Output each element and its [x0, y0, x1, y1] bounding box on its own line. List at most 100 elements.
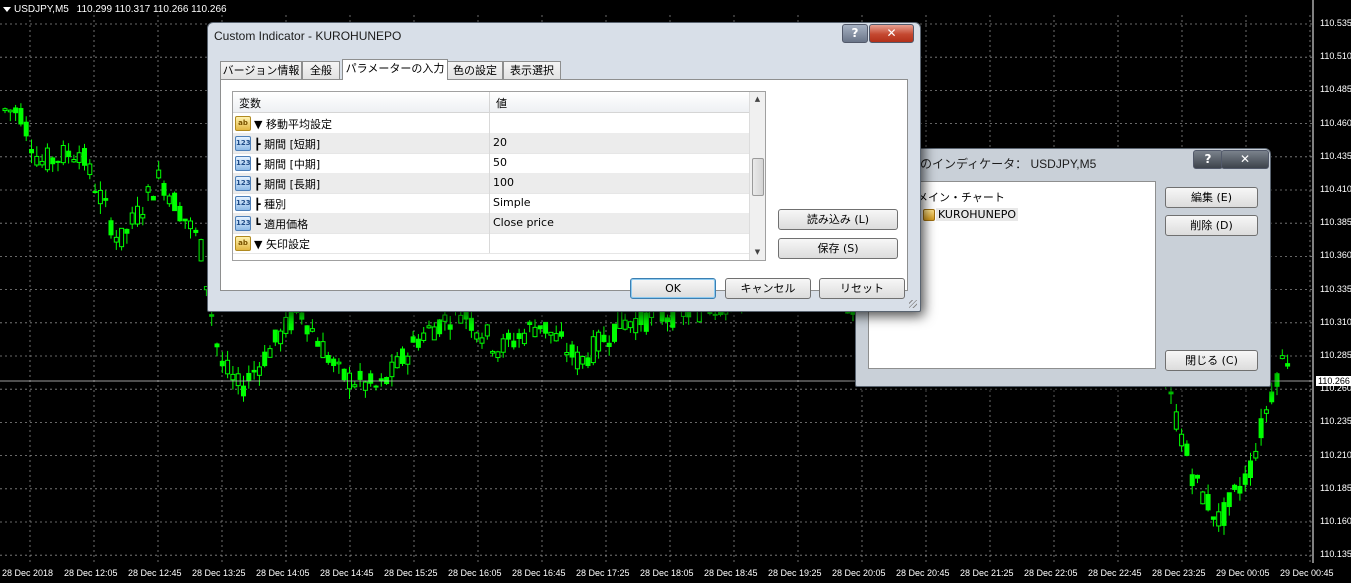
candle-body: [225, 359, 231, 375]
parameters-grid[interactable]: 変数 値 ab ▼ 移動平均設定 123 ┣ 期間 [短期] 20 123 ┣ 期間 [中期…: [232, 91, 766, 261]
candle-body: [437, 319, 443, 335]
scroll-up-icon[interactable]: ▲: [750, 92, 765, 107]
parameter-name-cell[interactable]: 123 ┗ 適用価格: [233, 213, 490, 233]
candle-body: [1253, 450, 1259, 459]
candle-body: [1232, 484, 1238, 490]
price-label: 110.285: [1320, 350, 1351, 360]
candle-body: [331, 358, 337, 367]
parameter-value[interactable]: 100: [493, 176, 514, 189]
candle-body: [421, 332, 427, 341]
time-label: 28 Dec 13:25: [192, 568, 246, 578]
candle-body: [590, 336, 596, 364]
grid-scrollbar[interactable]: ▲ ▼: [749, 92, 765, 260]
candle-body: [219, 360, 225, 367]
candle-body: [527, 321, 533, 326]
list-item-main-chart[interactable]: メイン・チャート: [917, 189, 1005, 205]
candle-body: [193, 229, 199, 233]
parameter-row[interactable]: 123 ┣ 期間 [短期] 20: [233, 133, 749, 154]
parameter-row[interactable]: 123 ┣ 期間 [中期] 50: [233, 153, 749, 174]
candle-body: [172, 192, 178, 212]
candle-body: [283, 316, 289, 334]
parameter-name-cell[interactable]: 123 ┣ 期間 [中期]: [233, 153, 490, 173]
tab-visualization[interactable]: 表示選択: [503, 61, 561, 79]
parameter-name-cell[interactable]: 123 ┣ 期間 [短期]: [233, 133, 490, 153]
candle-body: [166, 195, 172, 205]
help-button[interactable]: ?: [1193, 150, 1223, 169]
candle-body: [309, 328, 315, 332]
tab-general[interactable]: 全般: [302, 61, 340, 79]
variable-column-header[interactable]: 変数: [239, 95, 261, 111]
price-label: 110.210: [1320, 449, 1351, 460]
time-label: 28 Dec 2018: [2, 568, 54, 578]
candle-body: [97, 189, 103, 205]
time-label: 28 Dec 16:05: [448, 568, 502, 578]
parameter-name-cell[interactable]: 123 ┣ 種別: [233, 193, 490, 213]
price-label: 110.360: [1320, 250, 1351, 261]
scroll-thumb[interactable]: [752, 158, 764, 196]
candle-body: [612, 323, 617, 342]
parameter-value[interactable]: 50: [493, 156, 507, 169]
parameter-value[interactable]: 20: [493, 136, 507, 149]
close-dialog-button[interactable]: ✕: [869, 24, 914, 43]
candle-body: [511, 340, 517, 348]
candle-body: [161, 183, 167, 196]
candle-body: [241, 385, 246, 397]
time-label: 28 Dec 18:05: [640, 568, 694, 578]
candle-body: [230, 373, 236, 381]
time-label: 28 Dec 22:45: [1088, 568, 1142, 578]
parameter-row[interactable]: 123 ┗ 適用価格 Close price: [233, 213, 749, 234]
tab-version-info[interactable]: バージョン情報: [220, 61, 302, 79]
parameter-name-cell[interactable]: ab ▼ 移動平均設定: [233, 113, 490, 133]
list-item-kurohunepo[interactable]: KUROHUNEPO: [936, 208, 1019, 221]
value-column-header[interactable]: 値: [496, 95, 507, 111]
string-type-icon: ab: [235, 116, 251, 131]
parameter-row[interactable]: 123 ┣ 期間 [長期] 100: [233, 173, 749, 194]
tab-colors[interactable]: 色の設定: [447, 61, 503, 79]
close-window-button[interactable]: ✕: [1221, 150, 1269, 169]
parameter-name-cell[interactable]: 123 ┣ 期間 [長期]: [233, 173, 490, 193]
scroll-down-icon[interactable]: ▼: [750, 245, 765, 260]
candle-body: [108, 220, 114, 236]
candle-body: [484, 324, 490, 337]
dialog-title: Custom Indicator - KUROHUNEPO: [214, 29, 402, 43]
parameter-value[interactable]: Simple: [493, 196, 531, 209]
time-label: 28 Dec 23:25: [1152, 568, 1206, 578]
cancel-button[interactable]: キャンセル: [725, 278, 811, 299]
save-button[interactable]: 保存 (S): [778, 238, 898, 259]
candle-body: [71, 159, 77, 163]
candle-body: [585, 357, 591, 367]
candle-body: [1258, 418, 1264, 439]
edit-button[interactable]: 編集 (E): [1165, 187, 1258, 208]
load-button[interactable]: 読み込み (L): [778, 209, 898, 230]
resize-grip-icon[interactable]: [909, 300, 917, 308]
parameter-name-cell[interactable]: ab ▼ 矢印設定: [233, 233, 490, 253]
parameter-row[interactable]: ab ▼ 矢印設定: [233, 233, 749, 254]
parameter-row[interactable]: ab ▼ 移動平均設定: [233, 113, 749, 134]
price-label: 110.185: [1320, 482, 1351, 493]
candle-body: [617, 309, 623, 329]
reset-button[interactable]: リセット: [819, 278, 905, 299]
parameter-value[interactable]: Close price: [493, 216, 554, 229]
candle-body: [320, 341, 326, 359]
candle-body: [87, 163, 93, 176]
candle-body: [400, 348, 405, 364]
candle-body: [55, 160, 61, 163]
delete-button[interactable]: 削除 (D): [1165, 215, 1258, 236]
price-label: 110.135: [1320, 549, 1351, 560]
help-button[interactable]: ?: [842, 24, 868, 43]
parameter-row[interactable]: 123 ┣ 種別 Simple: [233, 193, 749, 214]
price-label: 110.160: [1320, 516, 1351, 526]
tab-parameters[interactable]: パラメーターの入力: [342, 59, 448, 80]
candle-body: [442, 314, 448, 322]
candle-body: [516, 333, 522, 339]
candle-body: [633, 318, 639, 334]
candle-body: [606, 342, 612, 347]
candle-body: [559, 331, 564, 337]
ok-button[interactable]: OK: [630, 278, 716, 299]
candle-body: [140, 213, 146, 219]
custom-indicator-dialog[interactable]: Custom Indicator - KUROHUNEPO ? ✕ バージョン情…: [207, 22, 921, 312]
candle-body: [177, 205, 183, 222]
close-button[interactable]: 閉じる (C): [1165, 350, 1258, 371]
candle-body: [44, 147, 50, 171]
candle-body: [150, 195, 156, 201]
